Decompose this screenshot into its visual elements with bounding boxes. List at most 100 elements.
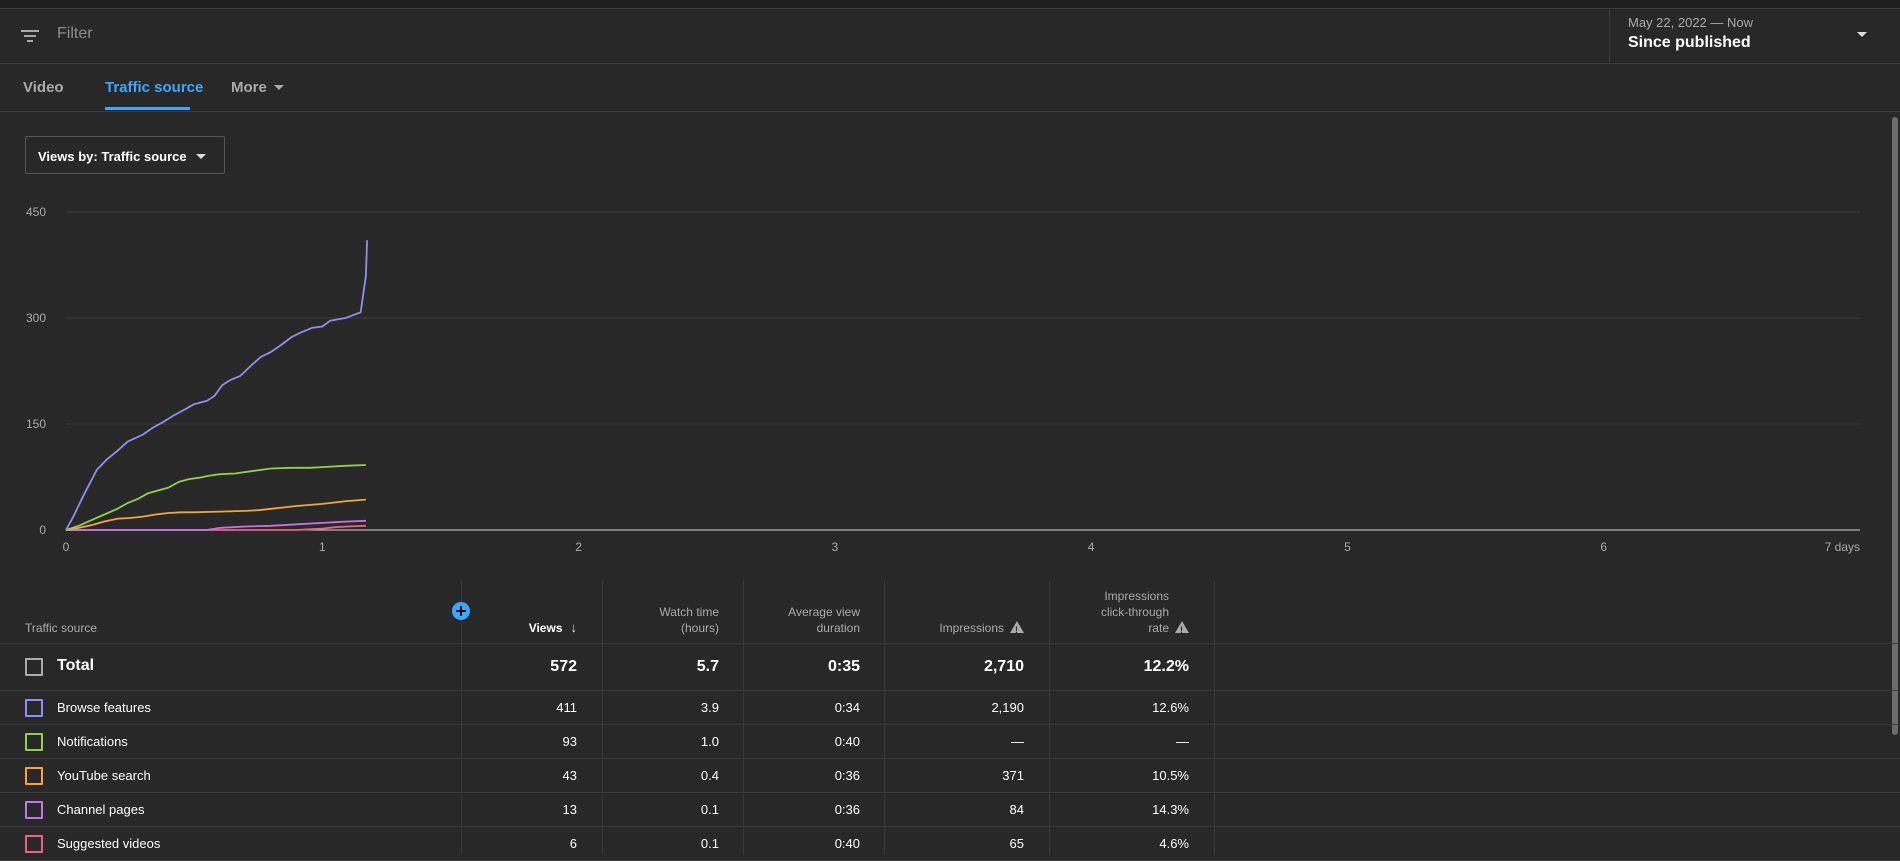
x-tick-label: 5 [1344,540,1351,554]
cell-views: 13 [562,802,577,817]
table-header: Traffic source Views ↓ Watch time (hours)… [0,581,1900,644]
metric-dropdown-label: Views by: Traffic source [38,149,187,164]
series-line-browse-features [65,240,368,531]
tab-traffic-source[interactable]: Traffic source [105,79,203,96]
date-range-label: Since published [1628,34,1751,51]
header-avg-duration-line1: Average view [788,605,860,619]
total-checkbox[interactable] [25,658,43,676]
series-line-youtube-search [65,498,366,531]
header-impressions-label: Impressions [939,621,1004,635]
header-ctr-line3-wrap: rate [1101,620,1189,638]
cell-views: 572 [550,658,577,675]
add-column-icon[interactable] [452,602,470,620]
filter-input[interactable]: Filter [57,25,93,43]
header-ctr-line3: rate [1148,621,1169,635]
cell-avg-duration: 0:36 [834,768,860,783]
cell-impressions: 371 [1002,768,1024,783]
tab-video[interactable]: Video [23,79,64,96]
active-tab-indicator [105,107,190,110]
header-ctr-line1: Impressions [1104,589,1169,603]
cell-avg-duration: 0:36 [834,802,860,817]
cell-ctr: 4.6% [1159,836,1189,851]
row-checkbox[interactable] [25,767,43,785]
traffic-source-table: Traffic source Views ↓ Watch time (hours)… [0,581,1900,861]
chevron-down-icon [273,85,284,90]
row-name: Notifications [57,734,128,749]
warning-icon[interactable] [1175,621,1189,638]
y-tick-label: 0 [39,523,46,537]
row-name: Browse features [57,700,151,715]
header-ctr-line2: click-through [1100,605,1169,619]
cell-avg-duration: 0:35 [827,658,860,675]
cell-ctr: 12.2% [1143,658,1189,675]
header-avg-duration-line2: duration [816,621,860,635]
warning-icon[interactable] [1010,621,1024,638]
cell-watch-time: 5.7 [696,658,719,675]
x-tick-label: 2 [575,540,582,554]
header-views[interactable]: Views ↓ [529,620,577,636]
cell-watch-time: 0.4 [700,768,719,783]
cell-avg-duration: 0:40 [834,836,860,851]
tab-more[interactable]: More [231,79,284,96]
filter-bar: Filter May 22, 2022 — Now Since publishe… [0,8,1900,64]
cell-views: 93 [562,734,577,749]
header-ctr[interactable]: Impressions click-through rate [1100,588,1189,638]
header-watch-time-line2: (hours) [680,621,719,635]
header-impressions[interactable]: Impressions [939,620,1024,638]
cell-impressions: 2,710 [983,658,1024,675]
cell-ctr: — [1176,734,1189,749]
x-tick-label: 7 days [1825,540,1860,554]
traffic-chart: 0 150 300 450 0 1 2 3 4 5 6 7 days [26,205,1860,554]
x-tick-label: 3 [832,540,839,554]
chevron-down-icon [1857,32,1867,37]
cell-views: 43 [562,768,577,783]
row-checkbox[interactable] [25,801,43,819]
cell-views: 411 [556,700,577,715]
row-checkbox[interactable] [25,835,43,853]
cell-ctr: 14.3% [1152,802,1189,817]
x-tick-label: 1 [319,540,326,554]
table-row[interactable]: Browse features 411 3.9 0:34 2,190 12.6% [0,691,1900,725]
row-name: Suggested videos [57,836,161,851]
date-range-selector[interactable]: May 22, 2022 — Now Since published [1609,8,1900,63]
cell-avg-duration: 0:40 [834,734,860,749]
cell-impressions: — [1011,734,1024,749]
x-tick-label: 4 [1088,540,1095,554]
row-checkbox[interactable] [25,699,43,717]
row-name: YouTube search [57,768,151,783]
date-range-text: May 22, 2022 — Now [1628,15,1754,30]
header-views-label: Views [528,621,563,635]
row-name: Channel pages [57,802,145,817]
tab-more-label: More [231,79,267,96]
table-row[interactable]: Notifications 93 1.0 0:40 — — [0,725,1900,759]
y-tick-label: 150 [26,417,46,431]
cell-ctr: 12.6% [1152,700,1189,715]
cell-impressions: 65 [1009,836,1024,851]
cell-ctr: 10.5% [1152,768,1189,783]
cell-views: 6 [569,836,577,851]
sort-arrow-down-icon: ↓ [570,620,578,635]
cell-avg-duration: 0:34 [834,700,860,715]
filter-icon[interactable] [20,28,40,44]
x-tick-label: 0 [63,540,70,554]
header-watch-time[interactable]: Watch time (hours) [659,604,719,636]
header-avg-duration[interactable]: Average view duration [788,604,860,636]
table-row-total[interactable]: Total 572 5.7 0:35 2,710 12.2% [0,644,1900,691]
chevron-down-icon [196,154,206,159]
y-tick-label: 300 [26,311,46,325]
row-checkbox[interactable] [25,733,43,751]
metric-dropdown[interactable]: Views by: Traffic source [25,136,225,174]
cell-watch-time: 0.1 [700,836,719,851]
cell-watch-time: 1.0 [700,734,719,749]
row-name: Total [57,657,95,674]
table-row[interactable]: Suggested videos 6 0.1 0:40 65 4.6% [0,827,1900,861]
header-watch-time-line1: Watch time [659,605,719,619]
x-tick-label: 6 [1600,540,1607,554]
cell-watch-time: 0.1 [700,802,719,817]
header-traffic-source[interactable]: Traffic source [25,620,97,636]
cell-impressions: 84 [1009,802,1024,817]
y-tick-label: 450 [26,205,46,219]
table-row[interactable]: Channel pages 13 0.1 0:36 84 14.3% [0,793,1900,827]
cell-impressions: 2,190 [991,700,1024,715]
table-row[interactable]: YouTube search 43 0.4 0:36 371 10.5% [0,759,1900,793]
